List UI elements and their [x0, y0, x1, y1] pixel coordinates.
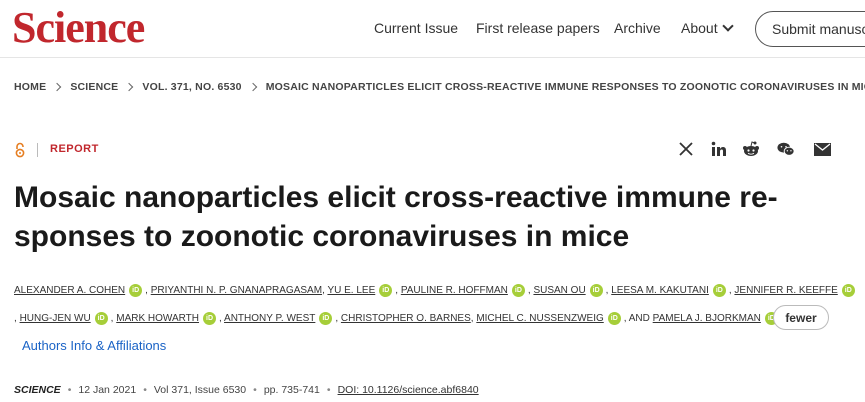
submit-manuscript-button[interactable]: Submit manuscript — [755, 11, 865, 47]
author-link[interactable]: CHRISTOPHER O. BARNES — [341, 313, 471, 324]
chevron-right-icon — [125, 82, 134, 92]
doi-link[interactable]: DOI: 10.1126/science.abf6840 — [338, 384, 479, 396]
author-link[interactable]: PAMELA J. BJORKMAN — [653, 313, 761, 324]
and-label: AND — [628, 313, 650, 325]
nav-current-issue[interactable]: Current Issue — [374, 20, 458, 36]
nav-first-release[interactable]: First release papers — [476, 20, 600, 36]
separator-dot: • — [67, 384, 72, 396]
author-list-line-2: , HUNG-JEN WU iD, MARK HOWARTH iD, ANTHONY… — [14, 312, 864, 325]
citation-line: SCIENCE • 12 Jan 2021 • Vol 371, Issue 6530 •… — [14, 384, 479, 396]
breadcrumb-science[interactable]: SCIENCE — [70, 81, 118, 93]
science-logo[interactable]: Science — [12, 2, 145, 54]
authors-affiliations-link[interactable]: Authors Info & Affiliations — [22, 338, 166, 353]
author-link[interactable]: YU E. LEE — [327, 285, 375, 296]
author-list-line-1: ALEXANDER A. COHEN iD, PRIYANTHI N. P. GN… — [14, 284, 864, 297]
chevron-down-icon — [721, 20, 734, 32]
publication-date: 12 Jan 2021 — [78, 384, 137, 396]
x-icon[interactable] — [677, 140, 695, 158]
linkedin-icon[interactable] — [710, 140, 728, 158]
email-icon[interactable] — [813, 140, 831, 158]
orcid-icon[interactable]: iD — [712, 284, 726, 297]
breadcrumb: HOME SCIENCE VOL. 371, NO. 6530 MOSAIC N… — [14, 81, 865, 93]
chevron-right-icon — [248, 82, 257, 92]
nav-about-label: About — [681, 20, 718, 36]
fewer-authors-button[interactable]: fewer — [773, 305, 829, 330]
author-link[interactable]: MICHEL C. NUSSENZWEIG — [476, 313, 603, 324]
author-link[interactable]: ANTHONY P. WEST — [224, 313, 315, 324]
wechat-icon[interactable] — [777, 140, 795, 158]
orcid-icon[interactable]: iD — [379, 284, 393, 297]
open-access-icon — [15, 142, 25, 158]
site-header: Science Current Issue First release pape… — [0, 0, 865, 58]
article-title: Mosaic nanoparticles elicit cross-reacti… — [14, 181, 778, 253]
author-link[interactable]: SUSAN OU — [533, 285, 585, 296]
orcid-icon[interactable]: iD — [319, 312, 333, 325]
breadcrumb-volume[interactable]: VOL. 371, NO. 6530 — [142, 81, 241, 93]
author-link[interactable]: ALEXANDER A. COHEN — [14, 285, 125, 296]
nav-archive[interactable]: Archive — [614, 20, 661, 36]
volume-issue: Vol 371, Issue 6530 — [153, 384, 247, 396]
orcid-icon[interactable]: iD — [511, 284, 525, 297]
chevron-right-icon — [53, 82, 62, 92]
nav-about[interactable]: About — [681, 20, 734, 36]
breadcrumb-home[interactable]: HOME — [14, 81, 46, 93]
author-link[interactable]: PAULINE R. HOFFMAN — [401, 285, 508, 296]
reddit-icon[interactable] — [742, 140, 760, 158]
journal-name[interactable]: SCIENCE — [14, 384, 61, 396]
author-link[interactable]: LEESA M. KAKUTANI — [611, 285, 709, 296]
separator-dot: • — [253, 384, 257, 396]
orcid-icon[interactable]: iD — [841, 284, 855, 297]
author-link[interactable]: JENNIFER R. KEEFFE — [734, 285, 837, 296]
author-link[interactable]: PRIYANTHI N. P. GNANAPRAGASAM — [151, 285, 322, 296]
orcid-icon[interactable]: iD — [94, 312, 108, 325]
orcid-icon[interactable]: iD — [203, 312, 217, 325]
author-link[interactable]: HUNG-JEN WU — [20, 313, 91, 324]
orcid-icon[interactable]: iD — [129, 284, 143, 297]
breadcrumb-article: MOSAIC NANOPARTICLES ELICIT CROSS-REACTI… — [265, 81, 865, 93]
separator-dot: • — [143, 384, 147, 396]
divider — [37, 143, 38, 157]
orcid-icon[interactable]: iD — [589, 284, 603, 297]
separator-dot: • — [326, 384, 331, 396]
author-link[interactable]: MARK HOWARTH — [116, 313, 199, 324]
page-range: pp. 735-741 — [263, 384, 320, 396]
orcid-icon[interactable]: iD — [607, 312, 621, 325]
article-type-badge: REPORT — [50, 143, 99, 155]
